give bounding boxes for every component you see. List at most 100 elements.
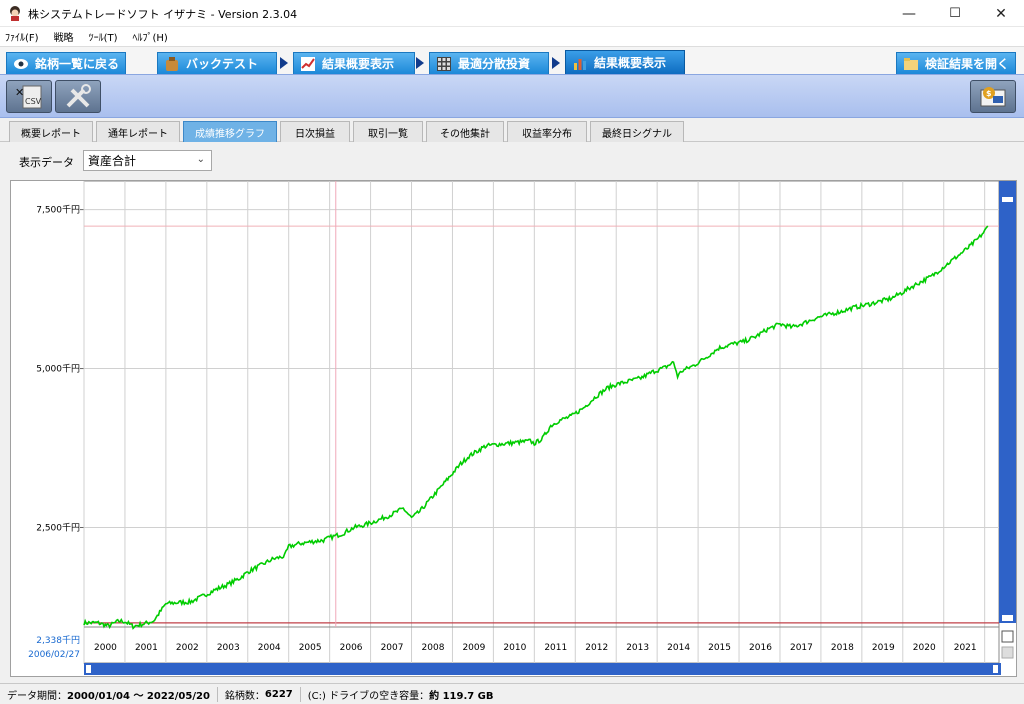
svg-text:✕: ✕: [15, 86, 24, 99]
menu-strategy[interactable]: 戦略: [54, 29, 74, 44]
title-bar: 株システムトレードソフト イザナミ - Version 2.3.04 — ☐ ✕: [0, 0, 1024, 27]
open-result-label: 検証結果を開く: [925, 57, 1010, 71]
horizontal-scrollbar[interactable]: [84, 663, 1001, 675]
minimize-icon: —: [902, 5, 916, 22]
menu-tools[interactable]: ﾂｰﾙ(T): [89, 29, 118, 44]
tab-overview-report[interactable]: 概要レポート: [9, 121, 93, 142]
nav-tab-bar: 銘柄一覧に戻る バックテスト 結果概要表示 最適分散投資 結果概要表示 検証結果…: [0, 46, 1024, 74]
money-disk-icon: $: [980, 86, 1006, 106]
status-period-value: 2000/01/04 ～ 2022/05/20: [67, 690, 210, 702]
backtest-tab[interactable]: バックテスト: [157, 52, 277, 74]
performance-chart-frame: 7,500千円 5,000千円 2,500千円 2000 2001 2002 2003 200…: [10, 180, 1017, 677]
horizontal-scroll-thumb-left[interactable]: [86, 665, 91, 673]
tab-trade-list[interactable]: 取引一覧: [353, 121, 423, 142]
summary-label: 結果概要表示: [322, 57, 395, 71]
report-subtabs: 概要レポート 通年レポート 成績推移グラフ 日次損益 取引一覧 その他集計 収益…: [0, 118, 1024, 142]
open-result-tab[interactable]: 検証結果を開く: [896, 52, 1016, 74]
cursor-value-label: 2,338千円: [36, 635, 80, 646]
window-title: 株システムトレードソフト イザナミ - Version 2.3.04: [28, 8, 298, 21]
status-count-label: 銘柄数：: [224, 690, 265, 702]
status-disk: (C:) ドライブの空き容量： 約 119.7 GB: [301, 687, 501, 702]
x-year-label: 2002: [176, 643, 199, 653]
csv-icon: ✕ CSV: [15, 85, 42, 108]
x-year-label: 2017: [790, 643, 813, 653]
menu-bar: ﾌｧｲﾙ(F) 戦略 ﾂｰﾙ(T) ﾍﾙﾌﾟ(H): [0, 27, 1024, 46]
app-logo-icon: [10, 6, 20, 21]
vertical-scrollbar[interactable]: [999, 181, 1016, 623]
summary2-tab[interactable]: 結果概要表示: [565, 50, 685, 74]
x-year-label: 2004: [258, 643, 281, 653]
arrow-right-icon: [416, 57, 424, 69]
cursor-date-label: 2006/02/27: [28, 650, 80, 660]
tools-icon: [66, 83, 91, 107]
backtest-label: バックテスト: [186, 57, 259, 71]
status-count: 銘柄数： 6227: [218, 686, 301, 702]
performance-chart: 7,500千円 5,000千円 2,500千円 2000 2001 2002 2003 200…: [28, 180, 1016, 675]
x-year-label: 2016: [749, 643, 772, 653]
status-count-value: 6227: [264, 688, 293, 700]
y-tick-label: 2,500千円: [36, 523, 80, 534]
x-year-label: 2008: [422, 643, 445, 653]
menu-help[interactable]: ﾍﾙﾌﾟ(H): [132, 29, 167, 44]
menu-file[interactable]: ﾌｧｲﾙ(F): [5, 29, 39, 44]
x-year-label: 2001: [135, 643, 158, 653]
x-year-label: 2000: [94, 643, 117, 653]
x-year-label: 2010: [503, 643, 526, 653]
chevron-down-icon: ⌄: [196, 154, 205, 165]
y-tick-label: 5,000千円: [36, 364, 80, 375]
vertical-scroll-thumb-top[interactable]: [1002, 197, 1013, 202]
csv-export-button[interactable]: ✕ CSV: [6, 80, 52, 113]
tab-daily-pnl[interactable]: 日次損益: [280, 121, 350, 142]
maximize-button[interactable]: ☐: [932, 0, 978, 27]
scroll-corner-box-2[interactable]: [1001, 646, 1014, 659]
status-period-label: データ期間：: [7, 690, 67, 702]
x-year-label: 2012: [585, 643, 608, 653]
tab-performance-graph[interactable]: 成績推移グラフ: [183, 121, 277, 142]
x-year-label: 2011: [544, 643, 567, 653]
arrow-right-icon: [280, 57, 288, 69]
x-year-label: 2018: [831, 643, 854, 653]
tab-other-stats[interactable]: その他集計: [426, 121, 504, 142]
scroll-corner-box[interactable]: [1001, 630, 1014, 643]
x-year-label: 2013: [626, 643, 649, 653]
back-to-list-tab[interactable]: 銘柄一覧に戻る: [6, 52, 126, 74]
x-year-label: 2009: [462, 643, 485, 653]
y-tick-label: 7,500千円: [36, 205, 80, 216]
settings-tools-button[interactable]: [55, 80, 101, 113]
status-bar: データ期間： 2000/01/04 ～ 2022/05/20 銘柄数： 6227…: [0, 683, 1024, 704]
back-to-list-label: 銘柄一覧に戻る: [35, 57, 120, 71]
eye-icon: [14, 58, 28, 69]
display-data-select[interactable]: 資産合計 ⌄: [83, 150, 212, 171]
display-data-value: 資産合計: [88, 154, 137, 168]
summary-tab[interactable]: 結果概要表示: [293, 52, 415, 74]
close-icon: ✕: [995, 5, 1007, 22]
close-button[interactable]: ✕: [978, 0, 1024, 27]
bar-chart-icon: [574, 58, 586, 70]
status-disk-label: (C:) ドライブの空き容量：: [307, 690, 430, 702]
svg-text:$: $: [986, 89, 992, 98]
vertical-scroll-thumb-bottom[interactable]: [1002, 615, 1013, 621]
x-year-label: 2015: [708, 643, 731, 653]
x-year-label: 2005: [299, 643, 322, 653]
x-year-label: 2007: [381, 643, 404, 653]
status-period: データ期間： 2000/01/04 ～ 2022/05/20: [0, 686, 218, 702]
x-year-label: 2014: [667, 643, 690, 653]
tab-return-distribution[interactable]: 収益率分布: [507, 121, 587, 142]
tab-annual-report[interactable]: 通年レポート: [96, 121, 180, 142]
bag-icon: [166, 56, 178, 71]
arrow-right-icon: [552, 57, 560, 69]
optimize-tab[interactable]: 最適分散投資: [429, 52, 549, 74]
optimize-label: 最適分散投資: [458, 57, 531, 71]
display-data-label: 表示データ: [19, 156, 74, 169]
minimize-button[interactable]: —: [886, 0, 932, 27]
x-year-label: 2021: [954, 643, 977, 653]
summary-chart-icon: [301, 56, 315, 71]
maximize-icon: ☐: [949, 6, 961, 21]
x-year-label: 2019: [872, 643, 895, 653]
save-money-button[interactable]: $: [970, 80, 1016, 113]
horizontal-scroll-thumb-right[interactable]: [993, 665, 998, 673]
summary2-label: 結果概要表示: [594, 56, 667, 70]
tab-last-day-signal[interactable]: 最終日シグナル: [590, 121, 684, 142]
status-disk-value: 約 119.7 GB: [429, 690, 494, 702]
x-year-label: 2020: [913, 643, 936, 653]
